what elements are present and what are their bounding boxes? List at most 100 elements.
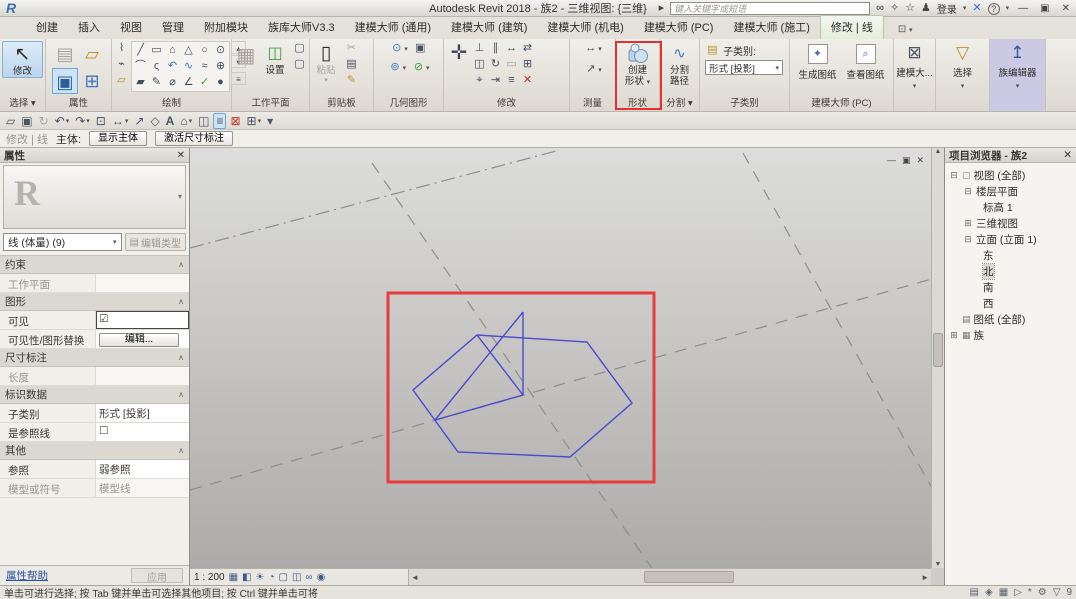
mirror-axis-icon[interactable]: ↔ (504, 41, 519, 56)
view-minimize-icon[interactable]: — (887, 155, 896, 166)
panel-label-measure[interactable]: 测量 (570, 97, 615, 111)
section-other[interactable]: 其他∧ (0, 442, 189, 460)
draw-fillet-arc-icon[interactable]: ⌒ (133, 59, 148, 74)
section-constraints[interactable]: 约束∧ (0, 256, 189, 274)
measure-button[interactable]: ↔▾ (583, 41, 602, 56)
tab-master-constr[interactable]: 建模大师 (施工) (723, 16, 819, 39)
draw-eye-icon[interactable]: ⌀ (165, 75, 180, 90)
tree-expander-icon[interactable]: ⊞ (963, 218, 973, 229)
project-browser-close-icon[interactable]: ✕ (1063, 149, 1072, 161)
set-workplane-button[interactable]: ◫ 设置 (261, 41, 289, 76)
delete-icon[interactable]: ✕ (520, 73, 535, 88)
tree-expander-icon[interactable]: ⊟ (963, 186, 973, 197)
copy-icon[interactable]: ▤ (344, 57, 359, 72)
workplane-viewer-icon[interactable]: ▢ (292, 57, 307, 72)
design-options-icon[interactable]: ◈ (985, 587, 993, 598)
search-binoculars-icon[interactable]: ∞ (876, 1, 884, 16)
section-graphics[interactable]: 图形∧ (0, 293, 189, 311)
draw-polygon-inscribed-icon[interactable]: ⌂ (165, 43, 180, 58)
draw-point-icon[interactable]: ● (213, 75, 228, 90)
offset-icon[interactable]: ∥ (488, 41, 503, 56)
panel-label-modify[interactable]: 修改 (444, 97, 569, 111)
activate-dimensions-button[interactable]: 激活尺寸标注 (155, 131, 233, 146)
apply-button[interactable]: 应用 (131, 568, 183, 583)
cope-button[interactable]: ⊙▾ (389, 41, 408, 56)
editable-only-icon[interactable]: ▦ (999, 587, 1008, 598)
customize-qat-button[interactable]: ▾ (265, 113, 275, 129)
match-type-icon[interactable]: ✎ (344, 73, 359, 88)
section-identity[interactable]: 标识数据∧ (0, 386, 189, 404)
draw-spline-icon[interactable]: ς (149, 59, 164, 74)
geometry-folder-icon[interactable]: ▣ (413, 41, 428, 56)
print-button[interactable]: ⊡ (94, 113, 108, 129)
press-drag-icon[interactable]: * (1028, 587, 1032, 598)
tab-addins[interactable]: 附加模块 (194, 16, 258, 39)
type-preview[interactable]: R ▾ (3, 165, 186, 229)
type-selector[interactable]: 线 (体量) (9) ▾ (3, 233, 122, 251)
unjoin-lock-button[interactable]: ⊘▾ (411, 60, 430, 75)
text-button[interactable]: A (164, 113, 177, 129)
save-button[interactable]: ▣ (19, 113, 34, 129)
properties-close-icon[interactable]: ✕ (177, 150, 185, 161)
panel-family-editor[interactable]: ↥ 族编辑器 ▾ (990, 39, 1046, 111)
restore-button[interactable]: ▣ (1037, 3, 1052, 14)
modify-button[interactable]: ↖ 修改 (2, 41, 43, 78)
sign-in-person-icon[interactable]: ♟ (921, 1, 931, 16)
move-icon[interactable]: ✛ (446, 41, 472, 65)
communication-center-icon[interactable]: ✧ (890, 1, 899, 16)
minimize-button[interactable]: — (1015, 3, 1031, 14)
preview-caret-icon[interactable]: ▾ (178, 192, 182, 201)
section-dimensions[interactable]: 尺寸标注∧ (0, 349, 189, 367)
qat-measure-button[interactable]: ↔▾ (110, 113, 131, 129)
visual-style-icon[interactable]: ◧ (242, 572, 251, 583)
edit-type-button[interactable]: ▤ 编辑类型 (125, 233, 186, 251)
view-restore-icon[interactable]: ▣ (902, 155, 911, 166)
search-expand-icon[interactable]: ▸ (659, 1, 665, 16)
draw-circle-icon[interactable]: ○ (197, 43, 212, 58)
redo-button[interactable]: ↷▾ (73, 113, 92, 129)
tab-modify-line-active[interactable]: 修改 | 线 (820, 15, 884, 39)
tree-item-elevations[interactable]: ⊟立面 (立面 1) (949, 231, 1076, 247)
spline-chain2-icon[interactable]: ⌁ (114, 57, 129, 72)
drawing-view[interactable] (190, 148, 932, 568)
background-process-icon[interactable]: ⚙ (1038, 587, 1047, 598)
split-icon[interactable]: ◫ (472, 57, 487, 72)
tab-master-general[interactable]: 建模大师 (通用) (345, 16, 441, 39)
drawing-canvas[interactable]: — ▣ ✕ ▲ ▼ 1 : 200 ▦ ◧ ☀ ◔ ▢ ◫ ∞ (190, 148, 945, 585)
draw-polygon-circumscribed-icon[interactable]: △ (181, 43, 196, 58)
close-button[interactable]: ✕ (1059, 3, 1073, 14)
tree-item-south[interactable]: 南 (949, 279, 1076, 295)
horizontal-scrollbar[interactable]: ◄ ► (408, 569, 931, 585)
properties-palette-icon[interactable]: ▤ (52, 41, 78, 67)
scale-control[interactable]: 1 : 200 (194, 572, 225, 583)
view-close-icon[interactable]: ✕ (916, 155, 924, 166)
sun-path-icon[interactable]: ☀ (256, 572, 265, 583)
selection-filter-icon[interactable]: ▽ (1053, 587, 1061, 598)
tree-expander-icon[interactable]: ⊟ (949, 170, 959, 181)
draw-angle-icon[interactable]: ∠ (181, 75, 196, 90)
tree-expander-icon[interactable]: ⊟ (963, 234, 973, 245)
array-icon[interactable]: ⊞ (520, 57, 535, 72)
rotate-icon[interactable]: ↻ (488, 57, 503, 72)
vg-edit-button[interactable]: 编辑... (99, 333, 179, 347)
panel-label-clipboard[interactable]: 剪贴板 (310, 97, 373, 111)
spline-chain-icon[interactable]: ⌇ (114, 41, 129, 56)
panel-label-properties[interactable]: 属性 (46, 97, 111, 111)
tree-expander-icon[interactable]: ⊞ (949, 330, 959, 341)
tab-master-pc[interactable]: 建模大师 (PC) (634, 16, 724, 39)
tree-item-north[interactable]: 北 (949, 263, 1076, 279)
pick-lines-icon[interactable]: ✓ (197, 75, 212, 90)
ref-plane-icon[interactable]: ▦ (234, 41, 258, 71)
paste-button[interactable]: ▯ 粘贴 ▾ (312, 41, 340, 84)
tab-master-mep[interactable]: 建模大师 (机电) (537, 16, 633, 39)
properties-toggle-icon[interactable]: ▣ (52, 68, 78, 94)
tree-item-east[interactable]: 东 (949, 247, 1076, 263)
aligned-dimension-button[interactable]: ↗▾ (583, 62, 602, 77)
tab-view[interactable]: 视图 (110, 16, 152, 39)
tree-item-sheets[interactable]: ▤图纸 (全部) (949, 311, 1076, 327)
thin-lines-toggle[interactable]: ≡ (213, 113, 226, 129)
show-host-button[interactable]: 显示主体 (89, 131, 147, 146)
tree-item-views[interactable]: ⊟▢视图 (全部) (949, 167, 1076, 183)
detail-level-icon[interactable]: ▦ (229, 572, 238, 583)
panel-label-workplane[interactable]: 工作平面 (232, 97, 309, 111)
